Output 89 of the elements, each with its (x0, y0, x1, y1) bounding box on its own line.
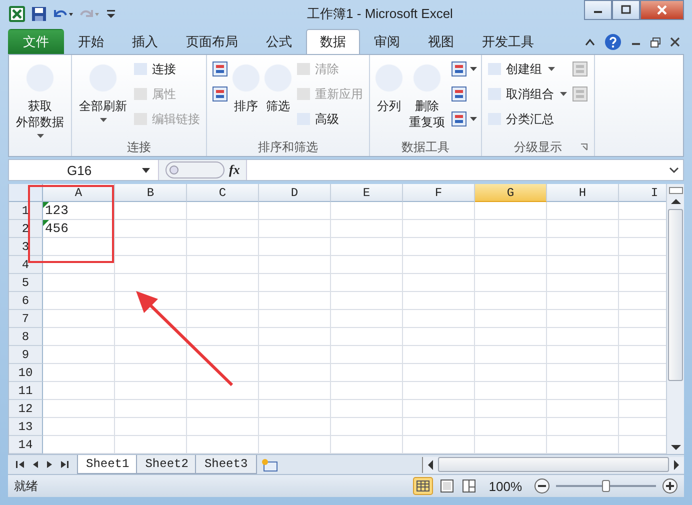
scroll-thumb[interactable] (668, 209, 683, 382)
help-icon[interactable] (604, 33, 622, 52)
minimize-button[interactable] (584, 0, 612, 20)
restore-icon[interactable] (650, 36, 661, 48)
zoom-out-icon[interactable] (534, 478, 550, 494)
row-header[interactable]: 13 (9, 418, 43, 436)
caret-icon[interactable] (470, 67, 477, 72)
document-icon[interactable] (450, 85, 468, 104)
scroll-up-icon[interactable] (670, 198, 680, 206)
row-header[interactable]: 4 (9, 256, 43, 274)
scroll-thumb[interactable] (438, 457, 669, 472)
expand-handle-icon[interactable] (165, 161, 225, 180)
window-title: 工作簿1 - Microsoft Excel (306, 4, 454, 23)
dialog-launcher-icon[interactable] (580, 143, 588, 152)
caret-icon[interactable] (560, 92, 567, 96)
maximize-icon (621, 5, 631, 15)
row-header[interactable]: 1 (9, 202, 43, 220)
group-label: 连接 (127, 138, 151, 156)
cell-value: 456 (45, 221, 68, 236)
ribbon-tab[interactable]: 审阅 (360, 29, 414, 54)
document-icon[interactable] (211, 60, 229, 78)
ribbon-tab[interactable]: 视图 (414, 29, 468, 54)
column-header[interactable]: I (619, 184, 666, 202)
cell-value: 123 (45, 203, 68, 218)
row-header[interactable]: 11 (9, 382, 43, 400)
group-label: 排序和筛选 (258, 138, 318, 156)
sheet-tab[interactable]: Sheet3 (195, 455, 257, 474)
column-header[interactable]: H (547, 184, 619, 202)
row-header[interactable]: 3 (9, 238, 43, 256)
caret-icon[interactable] (470, 117, 477, 122)
vertical-scrollbar[interactable] (666, 184, 684, 454)
previous-sheet-icon[interactable] (32, 460, 39, 470)
save-icon[interactable] (31, 6, 47, 22)
column-header[interactable]: F (403, 184, 475, 202)
normal-view-icon[interactable] (412, 477, 433, 496)
close-icon[interactable] (670, 37, 680, 48)
close-button[interactable] (640, 0, 684, 20)
document-icon[interactable] (450, 60, 468, 78)
ribbon-tab[interactable]: 插入 (118, 29, 172, 54)
ribbon-tab[interactable]: 开发工具 (468, 29, 548, 54)
zoom-level[interactable]: 100% (488, 478, 522, 494)
sheet-tab[interactable]: Sheet2 (136, 455, 198, 474)
sheet-tab[interactable]: Sheet1 (77, 455, 138, 474)
scroll-down-icon[interactable] (670, 444, 680, 452)
customize-menu-icon[interactable] (106, 8, 116, 20)
row-header[interactable]: 9 (9, 346, 43, 364)
document-icon[interactable] (450, 110, 468, 128)
row-header[interactable]: 5 (9, 274, 43, 292)
file-tab[interactable]: 文件 (8, 29, 64, 54)
group-label: 数据工具 (402, 138, 450, 156)
ribbon-tab[interactable]: 页面布局 (172, 29, 252, 54)
row-header[interactable]: 12 (9, 400, 43, 418)
group-label: 分级显示 (514, 138, 562, 156)
column-header[interactable]: G (475, 184, 547, 202)
select-all-corner[interactable] (9, 184, 43, 202)
zoom-in-icon[interactable] (662, 478, 678, 494)
page-layout-view-icon[interactable] (438, 479, 455, 494)
row-header[interactable]: 6 (9, 292, 43, 310)
excel-logo-icon[interactable] (8, 4, 26, 23)
last-sheet-icon[interactable] (60, 460, 69, 470)
name-box[interactable]: G16 (67, 162, 92, 178)
caret-icon[interactable] (142, 168, 150, 173)
ribbon-tab[interactable]: 公式 (252, 29, 306, 54)
scroll-right-icon[interactable] (673, 460, 680, 470)
column-header[interactable]: C (187, 184, 259, 202)
column-header[interactable]: B (115, 184, 187, 202)
column-header[interactable]: D (259, 184, 331, 202)
expand-chevron-icon[interactable] (669, 166, 679, 174)
close-icon (656, 4, 668, 16)
row-header[interactable]: 8 (9, 328, 43, 346)
first-sheet-icon[interactable] (16, 460, 25, 470)
row-header[interactable]: 2 (9, 220, 43, 238)
row-header[interactable]: 14 (9, 436, 43, 454)
next-sheet-icon[interactable] (46, 460, 53, 470)
column-header[interactable]: E (331, 184, 403, 202)
row-header[interactable]: 10 (9, 364, 43, 382)
maximize-button[interactable] (612, 0, 640, 20)
status-text: 就绪 (14, 478, 38, 495)
document-icon[interactable] (211, 85, 229, 104)
scroll-left-icon[interactable] (427, 460, 434, 470)
insert-function-label[interactable]: fx (229, 162, 240, 178)
insert-sheet-icon[interactable] (260, 458, 279, 472)
horizontal-scrollbar[interactable] (422, 456, 684, 473)
ribbon-tab[interactable]: 开始 (64, 29, 118, 54)
row-header[interactable]: 7 (9, 310, 43, 328)
collapse-ribbon-icon[interactable] (585, 38, 595, 46)
page-break-view-icon[interactable] (460, 479, 477, 494)
ribbon-tab[interactable]: 数据 (306, 29, 360, 54)
caret-icon[interactable] (548, 67, 555, 72)
